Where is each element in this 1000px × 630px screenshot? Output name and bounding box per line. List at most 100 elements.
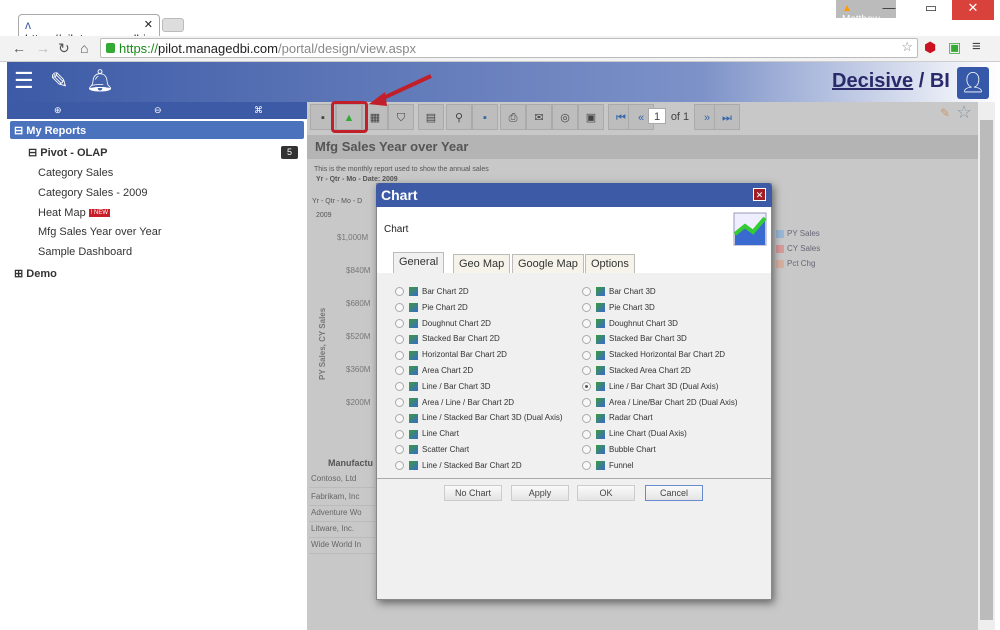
radio-button[interactable]	[582, 429, 591, 439]
reload-icon[interactable]: ↻	[58, 40, 70, 57]
radio-button[interactable]	[582, 397, 591, 407]
chart-type-radio[interactable]: Line Chart	[395, 429, 459, 439]
radio-button[interactable]	[395, 366, 404, 376]
chart-type-radio[interactable]: Line / Stacked Bar Chart 2D	[395, 461, 522, 471]
chart-type-radio[interactable]: Doughnut Chart 2D	[395, 319, 491, 328]
report-link[interactable]: Mfg Sales Year over Year	[38, 226, 162, 238]
new-tab-button[interactable]	[162, 18, 184, 32]
chart-type-radio[interactable]: Area / Line / Bar Chart 2D	[395, 398, 514, 407]
radio-button[interactable]	[395, 334, 404, 344]
url-input[interactable]: https://pilot.managedbi.com/portal/desig…	[100, 38, 918, 58]
cancel-button[interactable]: Cancel	[645, 485, 703, 501]
schedule-icon[interactable]: ◎	[552, 104, 578, 130]
chart-type-radio[interactable]: Stacked Horizontal Bar Chart 2D	[582, 350, 725, 360]
tab-general[interactable]: General	[393, 252, 445, 273]
tab-geo-map[interactable]: Geo Map	[453, 254, 511, 273]
radio-button[interactable]	[395, 461, 404, 471]
chart-type-radio[interactable]: Doughnut Chart 3D	[582, 319, 678, 328]
tab-google-map[interactable]: Google Map	[512, 254, 584, 273]
hamburger-menu-icon[interactable]: ☰	[14, 68, 34, 94]
radio-button[interactable]	[582, 445, 591, 455]
maximize-button[interactable]: ▭	[910, 0, 952, 20]
radio-button[interactable]	[395, 429, 404, 439]
tab-options[interactable]: Options	[585, 254, 635, 273]
chart-type-radio[interactable]: Line Chart (Dual Axis)	[582, 429, 687, 439]
chart-type-radio[interactable]: Pie Chart 3D	[582, 303, 655, 313]
browser-menu-icon[interactable]: ≡	[972, 38, 981, 55]
edit-icon[interactable]: ✎	[50, 68, 68, 94]
bell-icon[interactable]: 🔔︎	[86, 68, 114, 94]
dialog-close-button[interactable]: ✕	[753, 188, 766, 201]
close-tab-icon[interactable]: ✕	[144, 18, 153, 31]
radio-button[interactable]	[395, 382, 404, 392]
radio-button[interactable]	[582, 461, 591, 471]
no-chart-button[interactable]: No Chart	[444, 485, 502, 501]
user-avatar-button[interactable]: 👤︎	[957, 67, 989, 99]
radio-button[interactable]	[582, 413, 591, 423]
search-binoculars-icon[interactable]: ⌘	[254, 105, 263, 116]
chart-type-radio[interactable]: Area Chart 2D	[395, 366, 473, 376]
forward-icon[interactable]: →	[36, 40, 50, 56]
radio-button[interactable]	[582, 366, 591, 376]
document-icon[interactable]: ▣	[578, 104, 604, 130]
radio-button[interactable]	[395, 318, 404, 328]
ok-button[interactable]: OK	[577, 485, 635, 501]
radio-button[interactable]	[395, 303, 404, 313]
chart-type-radio[interactable]: Line / Bar Chart 3D (Dual Axis)	[582, 382, 718, 392]
radio-button[interactable]	[582, 382, 591, 392]
adblock-icon[interactable]: ⬢	[924, 39, 936, 56]
chart-type-radio[interactable]: Line / Bar Chart 3D	[395, 382, 490, 392]
chart-type-radio[interactable]: Radar Chart	[582, 413, 653, 423]
scrollbar-thumb[interactable]	[980, 120, 993, 620]
apply-button[interactable]: Apply	[511, 485, 569, 501]
chart-type-radio[interactable]: Bar Chart 3D	[582, 287, 656, 297]
favorite-star-icon[interactable]: ☆	[956, 102, 972, 123]
chart-type-label: Bar Chart 2D	[422, 287, 469, 296]
extension-icon[interactable]: ▣	[948, 39, 961, 56]
home-icon[interactable]: ⌂	[80, 40, 88, 56]
radio-button[interactable]	[582, 350, 591, 360]
email-icon[interactable]: ✉	[526, 104, 552, 130]
radio-button[interactable]	[395, 413, 404, 423]
chart-type-radio[interactable]: Bubble Chart	[582, 445, 656, 455]
bookmark-icon[interactable]: ✎	[940, 106, 950, 120]
report-link[interactable]: Heat Map! NEW	[38, 207, 111, 219]
page-input[interactable]: 1	[648, 108, 666, 124]
radio-button[interactable]	[582, 287, 591, 297]
report-link[interactable]: Category Sales	[38, 167, 113, 179]
chart-type-radio[interactable]: Pie Chart 2D	[395, 303, 468, 313]
back-icon[interactable]: ←	[12, 40, 26, 56]
bookmark-star-icon[interactable]: ☆	[901, 39, 913, 55]
radio-button[interactable]	[582, 334, 591, 344]
chart-type-radio[interactable]: Stacked Bar Chart 3D	[582, 334, 687, 344]
chart-type-radio[interactable]: Stacked Bar Chart 2D	[395, 334, 500, 344]
chart-type-radio[interactable]: Area / Line/Bar Chart 2D (Dual Axis)	[582, 398, 738, 407]
zoom-icon[interactable]: ⚲	[446, 104, 472, 130]
chart-type-radio[interactable]: Stacked Area Chart 2D	[582, 366, 691, 376]
close-window-button[interactable]: ✕	[952, 0, 994, 20]
radio-button[interactable]	[582, 303, 591, 313]
browser-tab[interactable]: ʌ https://pilot.managedbi.com✕	[18, 14, 172, 46]
pivot-olap-folder[interactable]: ⊟ Pivot - OLAP	[28, 146, 108, 159]
radio-button[interactable]	[395, 397, 404, 407]
radio-button[interactable]	[395, 350, 404, 360]
chart-type-radio[interactable]: Bar Chart 2D	[395, 287, 469, 297]
report-link[interactable]: Sample Dashboard	[38, 246, 132, 258]
chart-type-radio[interactable]: Horizontal Bar Chart 2D	[395, 350, 507, 360]
chart-type-radio[interactable]: Funnel	[582, 461, 633, 471]
report-link[interactable]: Category Sales - 2009	[38, 187, 147, 199]
minimize-button[interactable]: —	[868, 0, 910, 20]
chart-type-radio[interactable]: Line / Stacked Bar Chart 3D (Dual Axis)	[395, 413, 563, 423]
chart-type-radio[interactable]: Scatter Chart	[395, 445, 469, 455]
radio-button[interactable]	[395, 287, 404, 297]
expand-all-icon[interactable]: ⊕	[54, 105, 62, 116]
radio-button[interactable]	[582, 318, 591, 328]
print-icon[interactable]: ⎙	[500, 104, 526, 130]
demo-folder[interactable]: ⊞ Demo	[14, 267, 57, 280]
save-as-icon[interactable]: ▪	[472, 104, 498, 130]
last-page-icon[interactable]: ⏭	[714, 104, 740, 130]
y-tick: $1,000M	[337, 233, 369, 242]
my-reports-folder[interactable]: ⊟ My Reports	[10, 121, 304, 139]
radio-button[interactable]	[395, 445, 404, 455]
collapse-all-icon[interactable]: ⊖	[154, 105, 162, 116]
